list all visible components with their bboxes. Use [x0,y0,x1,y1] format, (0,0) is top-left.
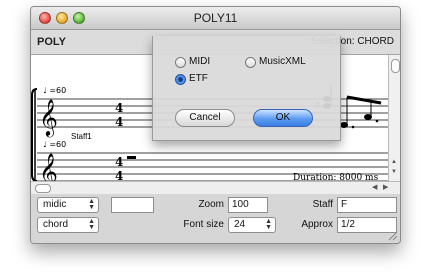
tempo-mark-2: ♩ =60 [43,140,66,149]
scroll-arrow-icon[interactable]: ▼ [391,169,397,175]
time-signature-top: 4 [115,101,123,115]
export-format-dialog: MIDI MusicXML ETF Cancel OK [152,36,341,141]
radio-midi-label[interactable]: MIDI [189,56,210,67]
radio-etf[interactable] [175,74,186,85]
ok-button[interactable]: OK [253,109,313,127]
whole-rest [127,156,136,159]
time-signature-bottom: 4 [115,169,123,181]
cancel-button[interactable]: Cancel [175,109,235,127]
treble-clef-icon: 𝄞 [39,98,58,137]
window-title: POLY11 [193,11,238,25]
mode-popup-value: midic [43,199,67,210]
staff-label-control: Staff [312,199,333,210]
type-popup-value: chord [43,219,69,230]
poly-editor-window: POLY11 POLY Selection: CHORD ♩ =60 ♩ =60… [30,6,401,244]
scroll-arrow-icon[interactable]: ▶ [383,183,388,191]
mode-popup[interactable]: midic ▲ ▼ [37,197,99,213]
scroll-arrow-icon[interactable]: ◀ [372,183,377,191]
stepper-icon[interactable]: ▲ ▼ [88,198,95,211]
zoom-label: Zoom [198,199,224,210]
vertical-scroll-thumb[interactable] [391,59,400,73]
tempo-mark-1: ♩ =60 [43,86,66,95]
font-size-popup[interactable]: 24 ▲ ▼ [228,217,276,233]
vertical-scrollbar[interactable]: ▲ ▼ [388,55,400,181]
radio-etf-label[interactable]: ETF [189,73,208,84]
time-signature-bottom: 4 [115,115,123,129]
font-size-value: 24 [234,219,246,230]
resize-grip-icon[interactable] [387,230,398,241]
approx-label: Approx [301,219,333,230]
editor-name: POLY [37,36,66,48]
type-popup[interactable]: chord ▲ ▼ [37,217,99,233]
staff-label: Staff1 [71,132,92,141]
radio-midi[interactable] [175,57,186,68]
treble-clef-icon: 𝄞 [39,152,58,181]
zoom-input[interactable]: 100 [228,197,268,213]
time-signature-top: 4 [115,155,123,169]
horizontal-scroll-thumb[interactable] [35,184,51,193]
radio-musicxml-label[interactable]: MusicXML [259,56,306,67]
title-bar[interactable]: POLY11 [31,7,400,30]
radio-musicxml[interactable] [245,57,256,68]
horizontal-scrollbar[interactable]: ◀ ▶ [31,181,400,195]
controls-panel: midic ▲ ▼ chord ▲ ▼ Zoom 100 Font size 24 … [31,194,400,243]
staff-input[interactable]: F [337,197,397,213]
stepper-icon[interactable]: ▲ ▼ [265,218,272,231]
duration-text: Duration: 8000 ms [293,173,379,181]
blank-input[interactable] [111,197,154,213]
font-size-label: Font size [183,219,224,230]
stepper-icon[interactable]: ▲ ▼ [88,218,95,231]
scroll-arrow-icon[interactable]: ▲ [391,159,397,165]
